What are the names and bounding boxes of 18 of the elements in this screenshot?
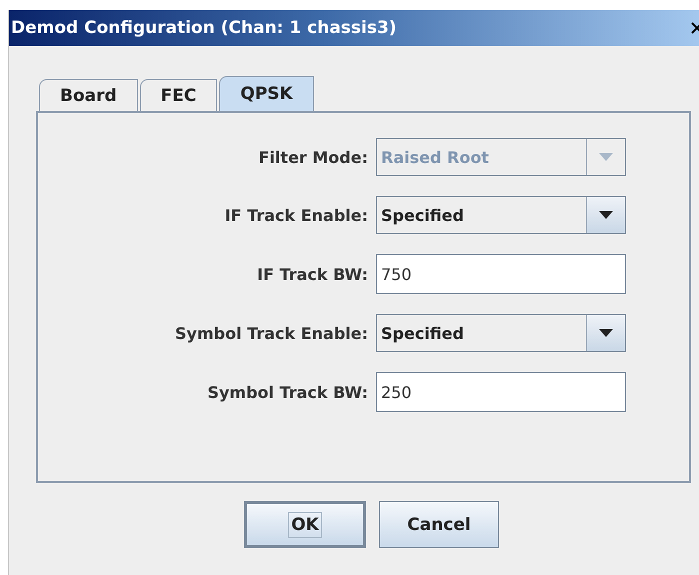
- tab[interactable]: FEC: [140, 79, 218, 111]
- window-title: Demod Configuration (Chan: 1 chassis3): [10, 18, 397, 38]
- input-field[interactable]: 250: [376, 372, 626, 412]
- field-label: Symbol Track Enable:: [174, 324, 368, 342]
- input-field[interactable]: 750: [376, 254, 626, 294]
- field-label: IF Track BW:: [256, 264, 368, 284]
- tab[interactable]: QPSK: [219, 76, 314, 111]
- field-label: Filter Mode:: [258, 148, 368, 166]
- caret-icon: [599, 211, 613, 219]
- tab[interactable]: Board: [39, 79, 138, 111]
- dialog-button[interactable]: Cancel: [379, 501, 499, 548]
- dropdown[interactable]: Specified: [376, 314, 626, 352]
- caret-icon: [599, 329, 613, 337]
- field-label: IF Track Enable:: [224, 206, 368, 224]
- field-label: Symbol Track BW:: [206, 382, 368, 402]
- dropdown[interactable]: Specified: [376, 196, 626, 234]
- dialog-button[interactable]: OK: [244, 501, 366, 548]
- caret-icon: [599, 153, 613, 161]
